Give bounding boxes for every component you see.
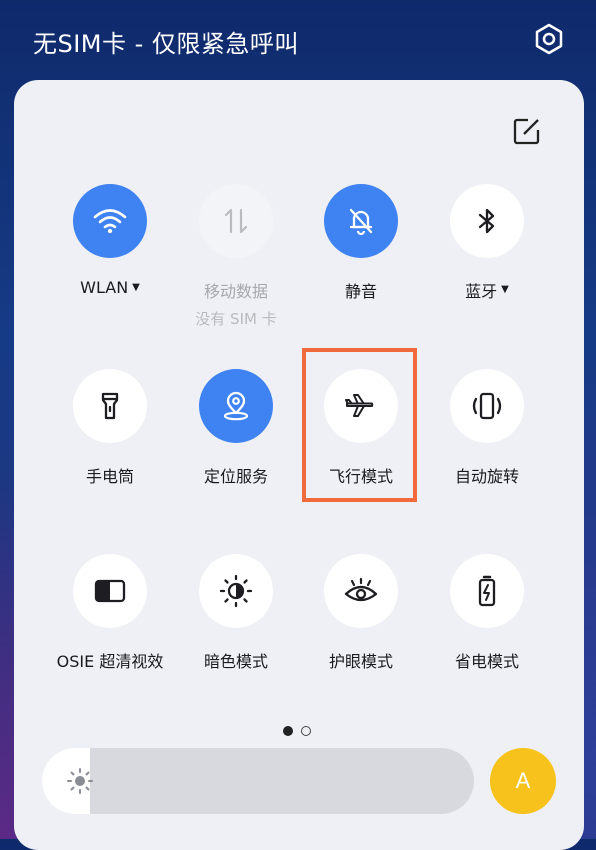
tile-battery-saver-button[interactable] <box>450 554 524 628</box>
eye-icon <box>344 577 378 602</box>
edit-tiles-button[interactable] <box>512 116 542 146</box>
tile-auto-rotate-button[interactable] <box>450 369 524 443</box>
brightness-slider[interactable] <box>42 748 474 814</box>
tile-label: 蓝牙 ▼ <box>412 278 562 302</box>
airplane-highlight-box <box>302 348 417 502</box>
tile-location-button[interactable] <box>199 369 273 443</box>
page-indicator <box>283 726 311 736</box>
tile-auto-rotate-label: 自动旋转 <box>454 467 519 486</box>
page-dot-2[interactable] <box>301 726 311 736</box>
settings-button[interactable] <box>532 22 566 56</box>
tile-battery-saver[interactable]: 省电模式 <box>412 554 562 672</box>
dark-mode-icon <box>219 574 253 608</box>
page-dot-1[interactable] <box>283 726 293 736</box>
auto-brightness-button[interactable]: A <box>490 748 556 814</box>
tile-bluetooth[interactable]: 蓝牙 ▼ <box>412 184 562 302</box>
tile-wlan-button[interactable] <box>73 184 147 258</box>
flashlight-icon <box>101 392 119 420</box>
mobile-data-icon <box>224 208 248 234</box>
tile-wlan-label: WLAN <box>80 278 129 297</box>
status-title: 无SIM卡 - 仅限紧急呼叫 <box>33 30 299 58</box>
tile-auto-rotate[interactable]: 自动旋转 <box>412 369 562 487</box>
chevron-down-icon: ▼ <box>132 281 140 293</box>
tile-dark-mode-button[interactable] <box>199 554 273 628</box>
tile-battery-saver-label: 省电模式 <box>454 652 519 671</box>
tile-bluetooth-button[interactable] <box>450 184 524 258</box>
chevron-down-icon: ▼ <box>501 284 509 295</box>
edit-icon <box>513 118 540 145</box>
location-icon <box>223 391 249 421</box>
wifi-icon <box>93 209 127 234</box>
sun-icon <box>67 768 93 794</box>
tile-mobile-data-button[interactable] <box>199 184 273 258</box>
gear-icon <box>535 23 563 55</box>
bluetooth-icon <box>478 208 495 234</box>
bell-off-icon <box>349 208 373 236</box>
osie-icon <box>94 579 126 603</box>
tile-mobile-data-sub: 没有 SIM 卡 <box>195 310 277 328</box>
battery-saver-icon <box>478 575 496 607</box>
tile-eye-care-button[interactable] <box>324 554 398 628</box>
tile-osie-button[interactable] <box>73 554 147 628</box>
auto-rotate-icon <box>472 392 502 420</box>
tile-flashlight-button[interactable] <box>73 369 147 443</box>
tile-mute-button[interactable] <box>324 184 398 258</box>
tile-bluetooth-label: 蓝牙 <box>465 282 498 301</box>
